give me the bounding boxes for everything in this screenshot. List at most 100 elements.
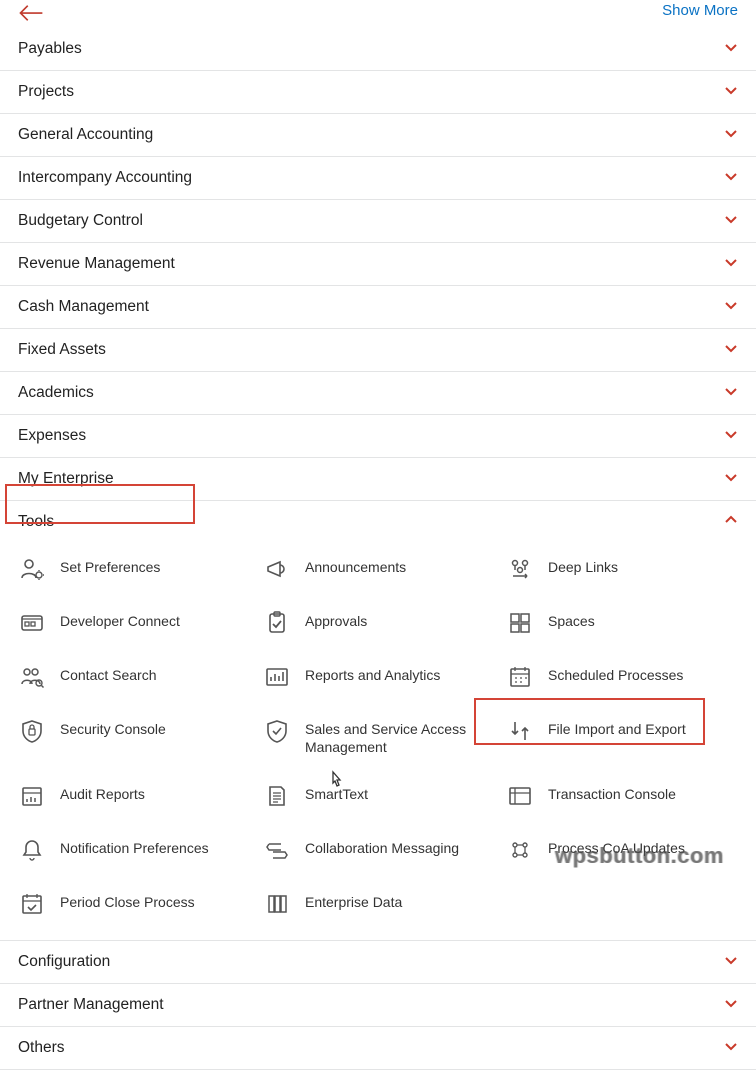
section-header-budgetary-control[interactable]: Budgetary Control [0,200,756,242]
tile-audit-reports[interactable]: Audit Reports [18,776,263,816]
tile-label: Set Preferences [60,555,160,577]
tile-label: Notification Preferences [60,836,209,858]
section-expenses: Expenses [0,415,756,458]
section-header-tools[interactable]: Tools [0,501,756,543]
section-header-configuration[interactable]: Configuration [0,941,756,983]
section-header-others[interactable]: Others [0,1027,756,1069]
tile-collaboration-messaging[interactable]: Collaboration Messaging [263,830,506,870]
audit-report-icon [18,782,46,810]
tile-smarttext[interactable]: SmartText [263,776,506,816]
section-label: Partner Management [18,996,164,1014]
tile-label: Enterprise Data [305,890,402,912]
tile-label: Transaction Console [548,782,676,804]
chevron-down-icon [724,427,738,445]
chevron-down-icon [724,1039,738,1057]
tile-announcements[interactable]: Announcements [263,549,506,589]
section-header-academics[interactable]: Academics [0,372,756,414]
tile-enterprise-data[interactable]: Enterprise Data [263,884,506,924]
database-columns-icon [263,890,291,918]
section-header-cash-management[interactable]: Cash Management [0,286,756,328]
tile-label: Period Close Process [60,890,195,912]
chart-icon [263,663,291,691]
process-nodes-icon [506,836,534,864]
tile-label: Process CoA Updates [548,836,685,858]
tile-file-import-export[interactable]: File Import and Export [506,711,746,762]
tile-label: Developer Connect [60,609,180,631]
chevron-down-icon [724,953,738,971]
section-my-enterprise: My Enterprise [0,458,756,501]
tile-spaces[interactable]: Spaces [506,603,746,643]
section-header-partner-management[interactable]: Partner Management [0,984,756,1026]
tile-label: Audit Reports [60,782,145,804]
section-label: General Accounting [18,126,153,144]
tile-label: Contact Search [60,663,157,685]
section-label: Cash Management [18,298,149,316]
section-label: Budgetary Control [18,212,143,230]
people-search-icon [18,663,46,691]
section-configuration: Configuration [0,941,756,984]
tile-transaction-console[interactable]: Transaction Console [506,776,746,816]
tile-security-console[interactable]: Security Console [18,711,263,762]
tile-developer-connect[interactable]: Developer Connect [18,603,263,643]
section-header-projects[interactable]: Projects [0,71,756,113]
back-button[interactable] [18,2,44,28]
tile-reports-and-analytics[interactable]: Reports and Analytics [263,657,506,697]
bell-icon [18,836,46,864]
section-fixed-assets: Fixed Assets [0,329,756,372]
tile-deep-links[interactable]: Deep Links [506,549,746,589]
show-more-link[interactable]: Show More [662,2,738,19]
tile-label: Reports and Analytics [305,663,440,685]
document-text-icon [263,782,291,810]
tile-notification-preferences[interactable]: Notification Preferences [18,830,263,870]
calendar-icon [506,663,534,691]
tile-approvals[interactable]: Approvals [263,603,506,643]
tile-period-close-process[interactable]: Period Close Process [18,884,263,924]
section-academics: Academics [0,372,756,415]
section-header-revenue-management[interactable]: Revenue Management [0,243,756,285]
section-header-payables[interactable]: Payables [0,28,756,70]
clipboard-check-icon [263,609,291,637]
developer-connect-icon [18,609,46,637]
tile-label: Scheduled Processes [548,663,683,685]
section-label: Intercompany Accounting [18,169,192,187]
tile-sales-service-access[interactable]: Sales and Service Access Management [263,711,506,762]
deep-links-icon [506,555,534,583]
tile-process-coa-updates[interactable]: Process CoA Updates [506,830,746,870]
arrows-exchange-icon [263,836,291,864]
tile-set-preferences[interactable]: Set Preferences [18,549,263,589]
tile-label: File Import and Export [548,717,686,739]
tile-label: Spaces [548,609,595,631]
tile-label: Collaboration Messaging [305,836,459,858]
shield-lock-icon [18,717,46,745]
chevron-up-icon [724,513,738,531]
section-projects: Projects [0,71,756,114]
chevron-down-icon [724,470,738,488]
chevron-down-icon [724,298,738,316]
chevron-down-icon [724,83,738,101]
chevron-down-icon [724,40,738,58]
section-label: Projects [18,83,74,101]
tile-contact-search[interactable]: Contact Search [18,657,263,697]
section-label: Payables [18,40,82,58]
shield-check-icon [263,717,291,745]
section-label: Revenue Management [18,255,175,273]
section-label: Fixed Assets [18,341,106,359]
section-header-my-enterprise[interactable]: My Enterprise [0,458,756,500]
section-revenue-management: Revenue Management [0,243,756,286]
section-header-expenses[interactable]: Expenses [0,415,756,457]
tile-scheduled-processes[interactable]: Scheduled Processes [506,657,746,697]
transaction-console-icon [506,782,534,810]
megaphone-icon [263,555,291,583]
section-header-intercompany-accounting[interactable]: Intercompany Accounting [0,157,756,199]
section-label: Expenses [18,427,86,445]
section-header-general-accounting[interactable]: General Accounting [0,114,756,156]
section-label: Configuration [18,953,110,971]
section-header-fixed-assets[interactable]: Fixed Assets [0,329,756,371]
tile-label: SmartText [305,782,368,804]
chevron-down-icon [724,384,738,402]
chevron-down-icon [724,212,738,230]
chevron-down-icon [724,341,738,359]
section-label: My Enterprise [18,470,114,488]
section-label: Others [18,1039,65,1057]
chevron-down-icon [724,169,738,187]
